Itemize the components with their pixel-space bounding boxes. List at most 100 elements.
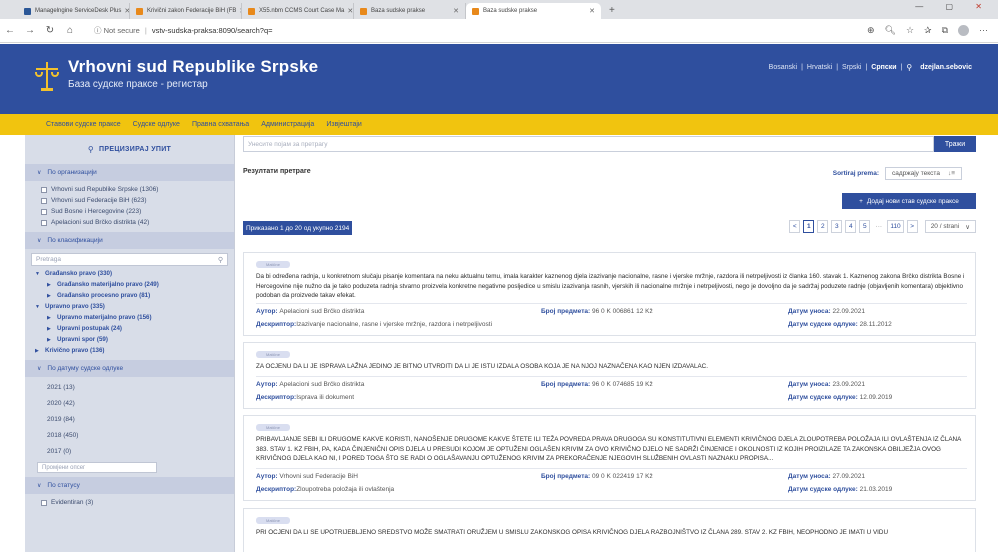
tree-item[interactable]: ▶ Građansko procesno pravo (81): [35, 290, 234, 301]
org-filter-item[interactable]: Sud Bosne i Hercegovine (223): [25, 206, 234, 217]
classification-search-input[interactable]: Pretraga ⚲: [31, 253, 228, 266]
caret-right-icon[interactable]: ▶: [47, 337, 53, 343]
site-title[interactable]: Vrhovni sud Republike Srpske: [68, 57, 318, 77]
checkbox[interactable]: [41, 499, 47, 506]
search-page-icon[interactable]: 🔍︎: [885, 25, 896, 36]
window-close-icon[interactable]: ✕: [975, 2, 992, 11]
caret-right-icon[interactable]: ▶: [35, 348, 41, 354]
favorites-bar-icon[interactable]: ✰: [924, 25, 932, 36]
home-icon[interactable]: ⌂: [60, 25, 80, 36]
page-button[interactable]: 1: [803, 220, 815, 233]
section-by-status[interactable]: ∨ По статусу: [25, 477, 234, 494]
browser-tab[interactable]: Managelngine ServiceDesk Plus ✕: [18, 3, 130, 19]
tree-item[interactable]: ▼ Građansko pravo (330): [35, 268, 234, 279]
per-page-select[interactable]: 20 / strani ∨: [924, 220, 976, 233]
window-controls[interactable]: — ▢ ✕: [915, 2, 992, 11]
result-card[interactable]: Matične PRI OCJENI DA LI SE UPOTRIJEBLJE…: [243, 508, 976, 552]
page-button[interactable]: 2: [817, 220, 829, 233]
date-filter-item[interactable]: 2020 (42): [25, 395, 234, 411]
search-input[interactable]: Унесите појам за претрагу: [243, 136, 934, 152]
org-filter-item[interactable]: Apelacioni sud Brčko distrikta (42): [25, 217, 234, 228]
menu-item-shvatanja[interactable]: Правна схватања: [192, 121, 249, 128]
tree-item[interactable]: ▼ Upravno pravo (335): [35, 301, 234, 312]
browser-tab[interactable]: Baza sudske prakse ✕: [354, 3, 466, 19]
result-text[interactable]: Da bi određena radnja, u konkretnom sluč…: [256, 272, 971, 301]
result-card[interactable]: Matične PRIBAVLJANJE SEBI ILI DRUGOME KA…: [243, 415, 976, 501]
tab-close-icon[interactable]: ✕: [450, 7, 459, 15]
date-range-input[interactable]: Промјени опсег: [37, 462, 157, 473]
back-icon[interactable]: ←: [0, 25, 20, 36]
caret-right-icon[interactable]: ▶: [47, 293, 53, 299]
browser-tab[interactable]: X55.nbm CCMS Court Case Ma ✕: [242, 3, 354, 19]
sort-select[interactable]: садржају текста ↓≡: [885, 167, 962, 180]
tab-close-icon[interactable]: ✕: [344, 7, 353, 15]
page-ellipsis[interactable]: ···: [873, 220, 885, 233]
zoom-icon[interactable]: ⊕: [867, 25, 875, 36]
lang-link-srpski[interactable]: Srpski: [842, 64, 861, 71]
prev-page-icon[interactable]: <: [789, 220, 801, 233]
checkbox[interactable]: [41, 197, 47, 204]
scales-of-justice-logo-icon[interactable]: [35, 58, 59, 92]
result-text[interactable]: ZA OCJENU DA LI JE ISPRAVA LAŽNA JEDINO …: [256, 362, 971, 372]
tab-close-icon[interactable]: ✕: [586, 7, 595, 15]
caret-right-icon[interactable]: ▶: [47, 315, 53, 321]
tab-close-icon[interactable]: ✕: [121, 7, 129, 15]
menu-item-odluke[interactable]: Судске одлуке: [133, 121, 180, 128]
page-button[interactable]: 110: [887, 220, 904, 233]
section-by-organization[interactable]: ∨ По организацији: [25, 164, 234, 181]
forward-icon[interactable]: →: [20, 25, 40, 36]
checkbox[interactable]: [41, 208, 47, 215]
date-filter-item[interactable]: 2017 (0): [25, 443, 234, 459]
result-card[interactable]: Matične ZA OCJENU DA LI JE ISPRAVA LAŽNA…: [243, 342, 976, 409]
page-button[interactable]: 5: [859, 220, 871, 233]
browser-tab-active[interactable]: Baza sudske prakse ✕: [466, 3, 601, 19]
next-page-icon[interactable]: >: [906, 220, 918, 233]
search-icon[interactable]: ⚲: [218, 256, 223, 264]
caret-down-icon[interactable]: ▼: [35, 271, 41, 277]
refine-query-label: ПРЕЦИЗИРАЈ УПИТ: [99, 145, 172, 153]
caret-down-icon[interactable]: ▼: [35, 304, 41, 310]
page-button[interactable]: 3: [831, 220, 843, 233]
url-field[interactable]: ⓘ Not secure | vstv-sudska-praksa:8090/s…: [88, 22, 848, 39]
reload-icon[interactable]: ↻: [40, 25, 60, 36]
add-practice-button[interactable]: + Додај нови став судске праксе: [842, 193, 976, 209]
new-tab-button[interactable]: +: [601, 3, 623, 19]
result-text[interactable]: PRIBAVLJANJE SEBI ILI DRUGOME KAKVE KORI…: [256, 435, 971, 464]
page-button[interactable]: 4: [845, 220, 857, 233]
section-by-decision-date[interactable]: ∨ По датуму судске одлуке: [25, 360, 234, 377]
result-text[interactable]: PRI OCJENI DA LI SE UPOTRIJEBLJENO SREDS…: [256, 528, 971, 538]
menu-item-stavovi[interactable]: Ставови судске праксе: [46, 121, 121, 128]
status-filter-item[interactable]: Evidentiran (3): [25, 497, 234, 508]
tree-item[interactable]: ▶ Građansko materijalno pravo (249): [35, 279, 234, 290]
browser-tab[interactable]: Krivični zakon Federacije BiH (FB✕: [130, 3, 242, 19]
refine-query-header: ⚲ ПРЕЦИЗИРАЈ УПИТ: [25, 138, 234, 160]
lang-link-bosanski[interactable]: Bosanski: [769, 64, 797, 71]
search-button[interactable]: Тражи: [934, 136, 976, 152]
menu-item-administracija[interactable]: Администрација: [261, 121, 314, 128]
tree-item[interactable]: ▶ Krivično pravo (136): [35, 345, 234, 356]
sort-direction-icon[interactable]: ↓≡: [948, 170, 955, 177]
tree-item[interactable]: ▶ Upravni postupak (24): [35, 323, 234, 334]
date-filter-item[interactable]: 2019 (84): [25, 411, 234, 427]
menu-item-izvjestaji[interactable]: Извјештаји: [326, 121, 362, 128]
caret-right-icon[interactable]: ▶: [47, 282, 53, 288]
lang-link-hrvatski[interactable]: Hrvatski: [807, 64, 832, 71]
more-options-icon[interactable]: ···: [979, 25, 988, 36]
checkbox[interactable]: [41, 186, 47, 193]
favorite-star-icon[interactable]: ☆: [906, 25, 914, 36]
username-link[interactable]: dzejlan.sebovic: [920, 64, 972, 71]
org-filter-item[interactable]: Vrhovni sud Federacije BiH (623): [25, 195, 234, 206]
caret-right-icon[interactable]: ▶: [47, 326, 53, 332]
section-by-classification[interactable]: ∨ По класификацији: [25, 232, 234, 249]
date-filter-item[interactable]: 2021 (13): [25, 379, 234, 395]
tree-item[interactable]: ▶ Upravni spor (59): [35, 334, 234, 345]
profile-avatar[interactable]: [958, 25, 969, 36]
result-card[interactable]: Matične Da bi određena radnja, u konkret…: [243, 252, 976, 336]
tree-item[interactable]: ▶ Upravno materijalno pravo (156): [35, 312, 234, 323]
collections-icon[interactable]: ⧉: [942, 25, 948, 36]
org-filter-item[interactable]: Vrhovni sud Republike Srpske (1306): [25, 184, 234, 195]
date-filter-item[interactable]: 2018 (450): [25, 427, 234, 443]
not-secure-label[interactable]: ⓘ Not secure: [94, 25, 140, 36]
lang-current[interactable]: Српски: [871, 64, 896, 71]
checkbox[interactable]: [41, 219, 47, 226]
